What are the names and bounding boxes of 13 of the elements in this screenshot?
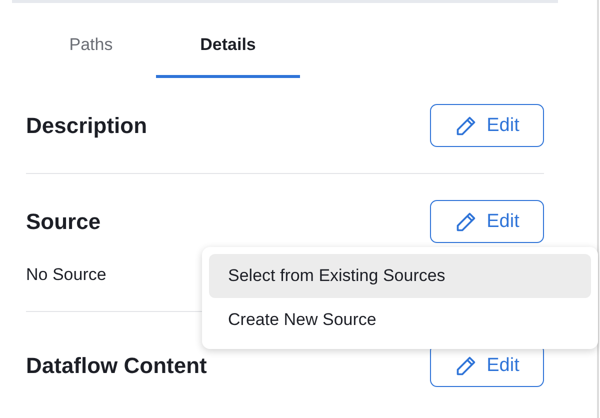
pencil-icon [454, 354, 477, 376]
section-title: Description [26, 112, 148, 138]
edit-button[interactable]: Edit [430, 200, 544, 243]
menu-item[interactable]: Create New Source [209, 298, 591, 342]
source-value: No Source [26, 265, 106, 285]
menu-item[interactable]: Select from Existing Sources [209, 254, 591, 298]
tab[interactable]: Paths [26, 26, 156, 78]
section-title: Source [26, 208, 101, 234]
tab[interactable]: Details [156, 26, 300, 78]
edit-button[interactable]: Edit [430, 104, 544, 147]
pencil-icon [454, 210, 477, 232]
section-title: Dataflow Content [26, 352, 207, 378]
pencil-icon [454, 114, 477, 136]
